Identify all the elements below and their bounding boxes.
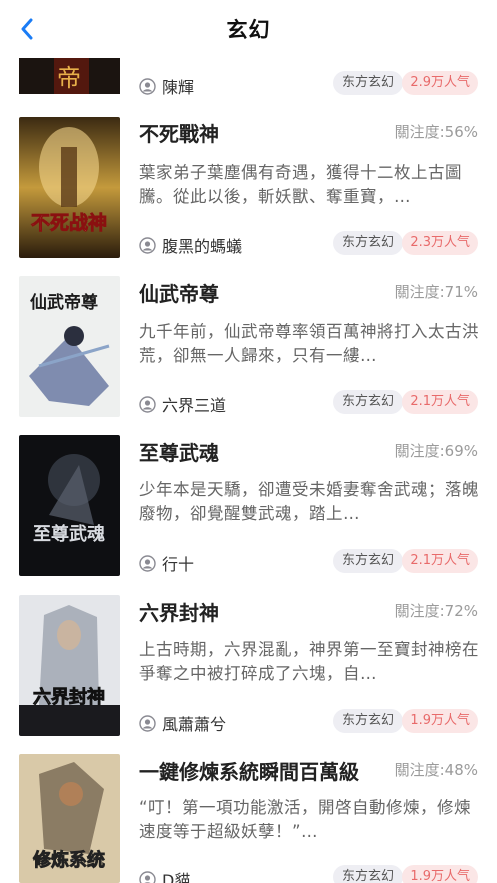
- svg-text:仙武帝尊: 仙武帝尊: [30, 292, 98, 313]
- list-item-partial[interactable]: 帝 陳輝 东方玄幻 2.9万人气: [0, 58, 497, 102]
- author-name: 陳輝: [162, 78, 195, 97]
- book-title: 六界封神: [139, 601, 219, 625]
- attention-rate: 關注度:71%: [394, 283, 478, 301]
- author-row: 六界三道: [139, 392, 226, 416]
- book-description: 葉家弟子葉塵偶有奇遇，獲得十二枚上古圖騰。從此以後，斬妖獸、奪重寶，…: [139, 163, 462, 206]
- book-description: “叮！第一項功能激活，開啓自動修煉，修煉速度等于超級妖孽！”…: [139, 798, 472, 841]
- popularity-tag: 2.3万人气: [402, 231, 478, 255]
- book-cover: 六界封神: [19, 595, 120, 736]
- author-row: 風蕭蕭兮: [139, 711, 226, 735]
- svg-text:不死战神: 不死战神: [31, 211, 107, 234]
- book-cover: 仙武帝尊: [19, 276, 120, 417]
- book-title: 不死戰神: [139, 122, 219, 146]
- page-title: 玄幻: [226, 18, 271, 42]
- genre-tag: 东方玄幻: [332, 390, 403, 414]
- book-description: 上古時期，六界混亂，神界第一至寶封神榜在爭奪之中被打碎成了六塊，自…: [139, 640, 479, 683]
- book-cover: 不死战神: [19, 117, 120, 258]
- book-title: 至尊武魂: [139, 441, 219, 465]
- author-row: D貓: [139, 867, 190, 883]
- popularity-tag: 1.9万人气: [402, 865, 478, 883]
- user-icon: [139, 554, 156, 572]
- book-description: 少年本是天驕，卻遭受未婚妻奪舍武魂；落魄廢物，卻覺醒雙武魂，踏上…: [139, 480, 479, 523]
- author-name: 腹黑的螞蟻: [162, 237, 243, 256]
- user-icon: [139, 236, 156, 254]
- book-cover: 修炼系统: [19, 754, 120, 883]
- attention-rate: 關注度:48%: [394, 761, 478, 779]
- user-icon: [139, 714, 156, 732]
- attention-rate: 關注度:69%: [394, 442, 478, 460]
- user-icon: [139, 77, 156, 95]
- author-name: 風蕭蕭兮: [162, 715, 227, 734]
- list-item[interactable]: 不死战神 不死戰神 關注度:56% 葉家弟子葉塵偶有奇遇，獲得十二枚上古圖騰。從…: [0, 114, 497, 274]
- genre-tag: 东方玄幻: [332, 231, 403, 255]
- author-name: 行十: [162, 555, 195, 574]
- user-icon: [139, 870, 156, 883]
- user-icon: [139, 395, 156, 413]
- attention-rate: 關注度:72%: [394, 602, 478, 620]
- list-item[interactable]: 六界封神 六界封神 關注度:72% 上古時期，六界混亂，神界第一至寶封神榜在爭奪…: [0, 593, 497, 753]
- book-cover: 帝: [19, 58, 120, 94]
- genre-tag: 东方玄幻: [332, 709, 403, 733]
- svg-text:帝: 帝: [57, 64, 81, 92]
- genre-tag: 东方玄幻: [332, 865, 403, 883]
- genre-tag: 东方玄幻: [332, 71, 403, 95]
- author-row: 腹黑的螞蟻: [139, 233, 242, 257]
- nav-bar: 玄幻: [0, 0, 497, 58]
- book-description: 九千年前，仙武帝尊率領百萬神將打入太古洪荒，卻無一人歸來，只有一縷…: [139, 322, 479, 365]
- author-row: 行十: [139, 551, 194, 575]
- book-title: 仙武帝尊: [139, 282, 219, 306]
- popularity-tag: 2.1万人气: [402, 549, 478, 573]
- book-title: 一鍵修煉系統瞬間百萬級: [139, 760, 359, 784]
- book-cover: 至尊武魂: [19, 435, 120, 576]
- list-item[interactable]: 仙武帝尊 仙武帝尊 關注度:71% 九千年前，仙武帝尊率領百萬神將打入太古洪荒，…: [0, 274, 497, 434]
- list-item[interactable]: 修炼系统 一鍵修煉系統瞬間百萬級 關注度:48% “叮！第一項功能激活，開啓自動…: [0, 752, 497, 883]
- svg-text:修炼系统: 修炼系统: [32, 849, 105, 871]
- attention-rate: 關注度:56%: [394, 123, 478, 141]
- popularity-tag: 2.1万人气: [402, 390, 478, 414]
- list-item[interactable]: 至尊武魂 至尊武魂 關注度:69% 少年本是天驕，卻遭受未婚妻奪舍武魂；落魄廢物…: [0, 433, 497, 593]
- author-name: D貓: [162, 871, 191, 883]
- svg-text:至尊武魂: 至尊武魂: [33, 523, 105, 545]
- author-row: 陳輝: [139, 74, 194, 98]
- svg-text:六界封神: 六界封神: [33, 686, 105, 708]
- popularity-tag: 1.9万人气: [402, 709, 478, 733]
- popularity-tag: 2.9万人气: [402, 71, 478, 95]
- author-name: 六界三道: [162, 396, 227, 415]
- genre-tag: 东方玄幻: [332, 549, 403, 573]
